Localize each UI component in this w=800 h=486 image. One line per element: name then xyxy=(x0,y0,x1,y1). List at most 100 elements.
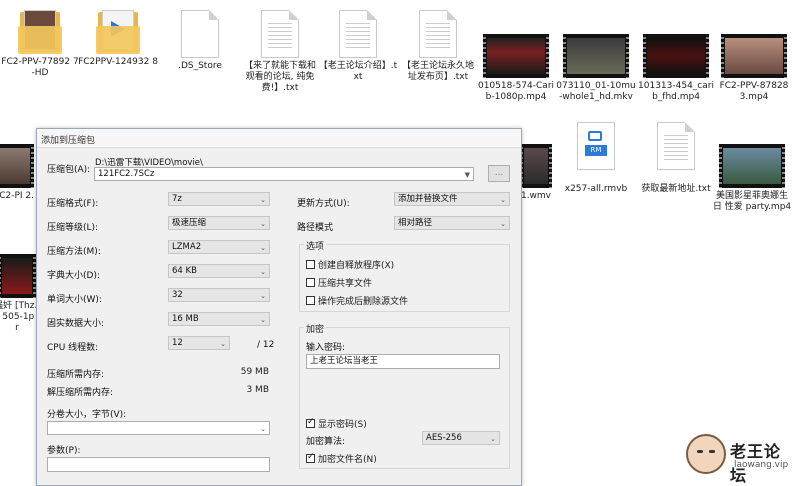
text-file-icon xyxy=(419,10,457,58)
word-label: 单词大小(W): xyxy=(47,295,102,305)
delete-source-checkbox[interactable]: 操作完成后删除源文件 xyxy=(306,294,408,307)
video-thumbnail-icon xyxy=(520,144,552,188)
method-label: 压缩方法(M): xyxy=(47,247,101,257)
file-item[interactable]: .DS_Store xyxy=(160,10,240,72)
dialog-titlebar[interactable]: 添加到压缩包 xyxy=(37,129,521,148)
mascot-logo-icon xyxy=(686,434,726,474)
level-select[interactable]: 极速压缩 ⌄ xyxy=(168,216,270,230)
file-name: FC2-PPV-77892 7-HD xyxy=(1,57,79,78)
video-thumbnail-icon xyxy=(0,144,34,188)
file-item[interactable]: 073110_01-10mu-whole1_hd.mkv xyxy=(556,34,636,103)
file-name: 获取最新地址.txt xyxy=(641,184,711,194)
file-name: FC2PPV-124932 8 xyxy=(78,57,158,67)
file-item[interactable]: RM x257-all.rmvb xyxy=(556,122,636,195)
file-name: 010518-574-Carib-1080p.mp4 xyxy=(477,81,555,102)
text-file-icon xyxy=(657,122,695,170)
file-item[interactable]: FC2-PPV-77892 7-HD xyxy=(0,8,80,79)
cpu-label: CPU 线程数: xyxy=(47,343,99,353)
video-thumbnail-icon xyxy=(563,34,629,78)
chevron-down-icon: ⌄ xyxy=(500,196,506,204)
file-item[interactable]: 【来了就能下载和观看的论坛, 纯免费!】.txt xyxy=(240,10,320,94)
rm-video-file-icon: RM xyxy=(577,122,615,170)
split-label: 分卷大小，字节(V): xyxy=(47,410,127,420)
checkbox-box[interactable] xyxy=(306,452,315,463)
file-item[interactable]: 【老王论坛永久地址发布页】.txt xyxy=(398,10,478,83)
cpu-select[interactable]: 12 ⌄ xyxy=(168,336,230,350)
dict-label: 字典大小(D): xyxy=(47,271,100,281)
video-thumbnail-icon xyxy=(483,34,549,78)
file-name: 美国影星菲奥娜生日 性爱 party.mp4 xyxy=(712,191,792,212)
chevron-down-icon: ⌄ xyxy=(260,425,266,433)
video-thumbnail-icon xyxy=(0,254,36,298)
checkbox-box[interactable] xyxy=(306,278,315,287)
file-item[interactable]: FC2PPV-124932 8 xyxy=(78,8,158,68)
browse-button[interactable]: ... xyxy=(488,165,510,182)
mem-comp-label: 压缩所需内存: xyxy=(47,370,105,380)
file-item[interactable]: FC2-PPV-87828 3.mp4 xyxy=(714,34,794,103)
checkbox-box[interactable] xyxy=(306,417,315,428)
params-input[interactable] xyxy=(47,457,270,472)
shared-checkbox[interactable]: 压缩共享文件 xyxy=(306,276,372,289)
word-select[interactable]: 32 ⌄ xyxy=(168,288,270,302)
file-name: FC2-PPV-87828 3.mp4 xyxy=(719,81,789,102)
file-item[interactable]: 【老王论坛介绍】.txt xyxy=(318,10,398,83)
file-item[interactable]: 获取最新地址.txt xyxy=(636,122,716,195)
chevron-down-icon: ⌄ xyxy=(260,220,266,228)
checkbox-box[interactable] xyxy=(306,260,315,269)
params-label: 参数(P): xyxy=(47,446,81,456)
solid-select[interactable]: 16 MB ⌄ xyxy=(168,312,270,326)
archive-label: 压缩包(A): xyxy=(47,165,91,175)
password-input[interactable]: 上老王论坛当老王 xyxy=(306,354,500,369)
sfx-checkbox[interactable]: 创建自释放程序(X) xyxy=(306,258,394,271)
split-select[interactable]: ⌄ xyxy=(47,421,270,435)
dict-select[interactable]: 64 KB ⌄ xyxy=(168,264,270,278)
method-select[interactable]: LZMA2 ⌄ xyxy=(168,240,270,254)
enc-method-select[interactable]: AES-256 ⌄ xyxy=(422,431,500,445)
dialog-title: 添加到压缩包 xyxy=(41,136,96,146)
mem-decomp-value: 3 MB xyxy=(246,385,269,395)
file-name: 1.wmv xyxy=(520,191,552,201)
update-select[interactable]: 添加并替换文件 ⌄ xyxy=(394,192,510,206)
file-name: FC2-PI 2. xyxy=(0,191,34,201)
video-thumbnail-icon xyxy=(721,34,787,78)
chevron-down-icon[interactable]: ▼ xyxy=(465,169,470,181)
options-group-title: 选项 xyxy=(304,239,327,252)
show-password-checkbox[interactable]: 显示密码(S) xyxy=(306,417,367,430)
file-item[interactable]: 强奸 [Thz.la 505-1p .r xyxy=(0,254,40,334)
file-name: x257-all.rmvb xyxy=(564,184,628,194)
file-name: 【老王论坛永久地址发布页】.txt xyxy=(401,61,474,82)
encryption-group: 加密 输入密码: 上老王论坛当老王 显示密码(S) 加密算法: AES-256⌄… xyxy=(299,322,510,469)
format-select[interactable]: 7z ⌄ xyxy=(168,192,270,206)
text-file-icon xyxy=(261,10,299,58)
chevron-down-icon: ⌄ xyxy=(500,220,506,228)
text-file-icon xyxy=(339,10,377,58)
document-icon xyxy=(181,10,219,58)
enc-method-label: 加密算法: xyxy=(306,437,346,447)
encrypt-names-checkbox[interactable]: 加密文件名(N) xyxy=(306,452,377,465)
update-label: 更新方式(U): xyxy=(297,199,350,209)
mem-comp-value: 59 MB xyxy=(240,367,269,377)
format-label: 压缩格式(F): xyxy=(47,199,99,209)
file-name: .DS_Store xyxy=(178,61,222,71)
archive-name-input[interactable]: 121FC2.7SCz ▼ xyxy=(94,167,474,181)
file-name: 073110_01-10mu-whole1_hd.mkv xyxy=(556,81,636,102)
file-item[interactable]: 101313-454_carib_fhd.mp4 xyxy=(636,34,716,103)
file-item[interactable]: 1.wmv xyxy=(516,144,556,202)
chevron-down-icon: ⌄ xyxy=(490,435,496,443)
add-to-archive-dialog: 添加到压缩包 压缩包(A): D:\迅雷下载\VIDEO\movie\ 121F… xyxy=(36,128,522,486)
chevron-down-icon: ⌄ xyxy=(220,340,226,348)
solid-label: 固实数据大小: xyxy=(47,319,105,329)
video-thumbnail-icon xyxy=(643,34,709,78)
file-name: 【老王论坛介绍】.txt xyxy=(318,61,398,82)
file-item[interactable]: 010518-574-Carib-1080p.mp4 xyxy=(476,34,556,103)
watermark-url: laowang.vip xyxy=(734,460,789,470)
pathmode-select[interactable]: 相对路径 ⌄ xyxy=(394,216,510,230)
folder-icon xyxy=(96,8,140,54)
checkbox-box[interactable] xyxy=(306,296,315,305)
file-item[interactable]: 美国影星菲奥娜生日 性爱 party.mp4 xyxy=(712,144,792,213)
file-item[interactable]: FC2-PI 2. xyxy=(0,144,36,202)
options-group: 选项 创建自释放程序(X) 压缩共享文件 操作完成后删除源文件 xyxy=(299,239,510,312)
file-name: 101313-454_carib_fhd.mp4 xyxy=(638,81,714,102)
folder-icon xyxy=(18,8,62,54)
file-name: 强奸 [Thz.la 505-1p .r xyxy=(0,301,40,333)
